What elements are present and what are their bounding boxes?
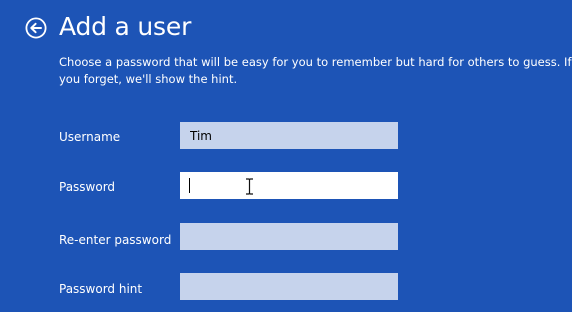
instructions-text: Choose a password that will be easy for … [59,55,572,86]
password-hint-input[interactable] [180,273,398,300]
reenter-password-input[interactable] [180,223,398,250]
back-button[interactable] [25,17,47,39]
username-label: Username [59,130,121,144]
page-title: Add a user [59,12,192,41]
text-caret [189,178,190,193]
username-input[interactable] [180,122,398,149]
back-arrow-icon [25,17,47,39]
password-label: Password [59,180,116,194]
password-input[interactable] [180,172,398,199]
text-cursor-icon [245,178,254,195]
password-hint-label: Password hint [59,282,143,296]
reenter-password-label: Re-enter password [59,233,172,247]
add-user-panel: Add a user Choose a password that will b… [0,0,572,312]
